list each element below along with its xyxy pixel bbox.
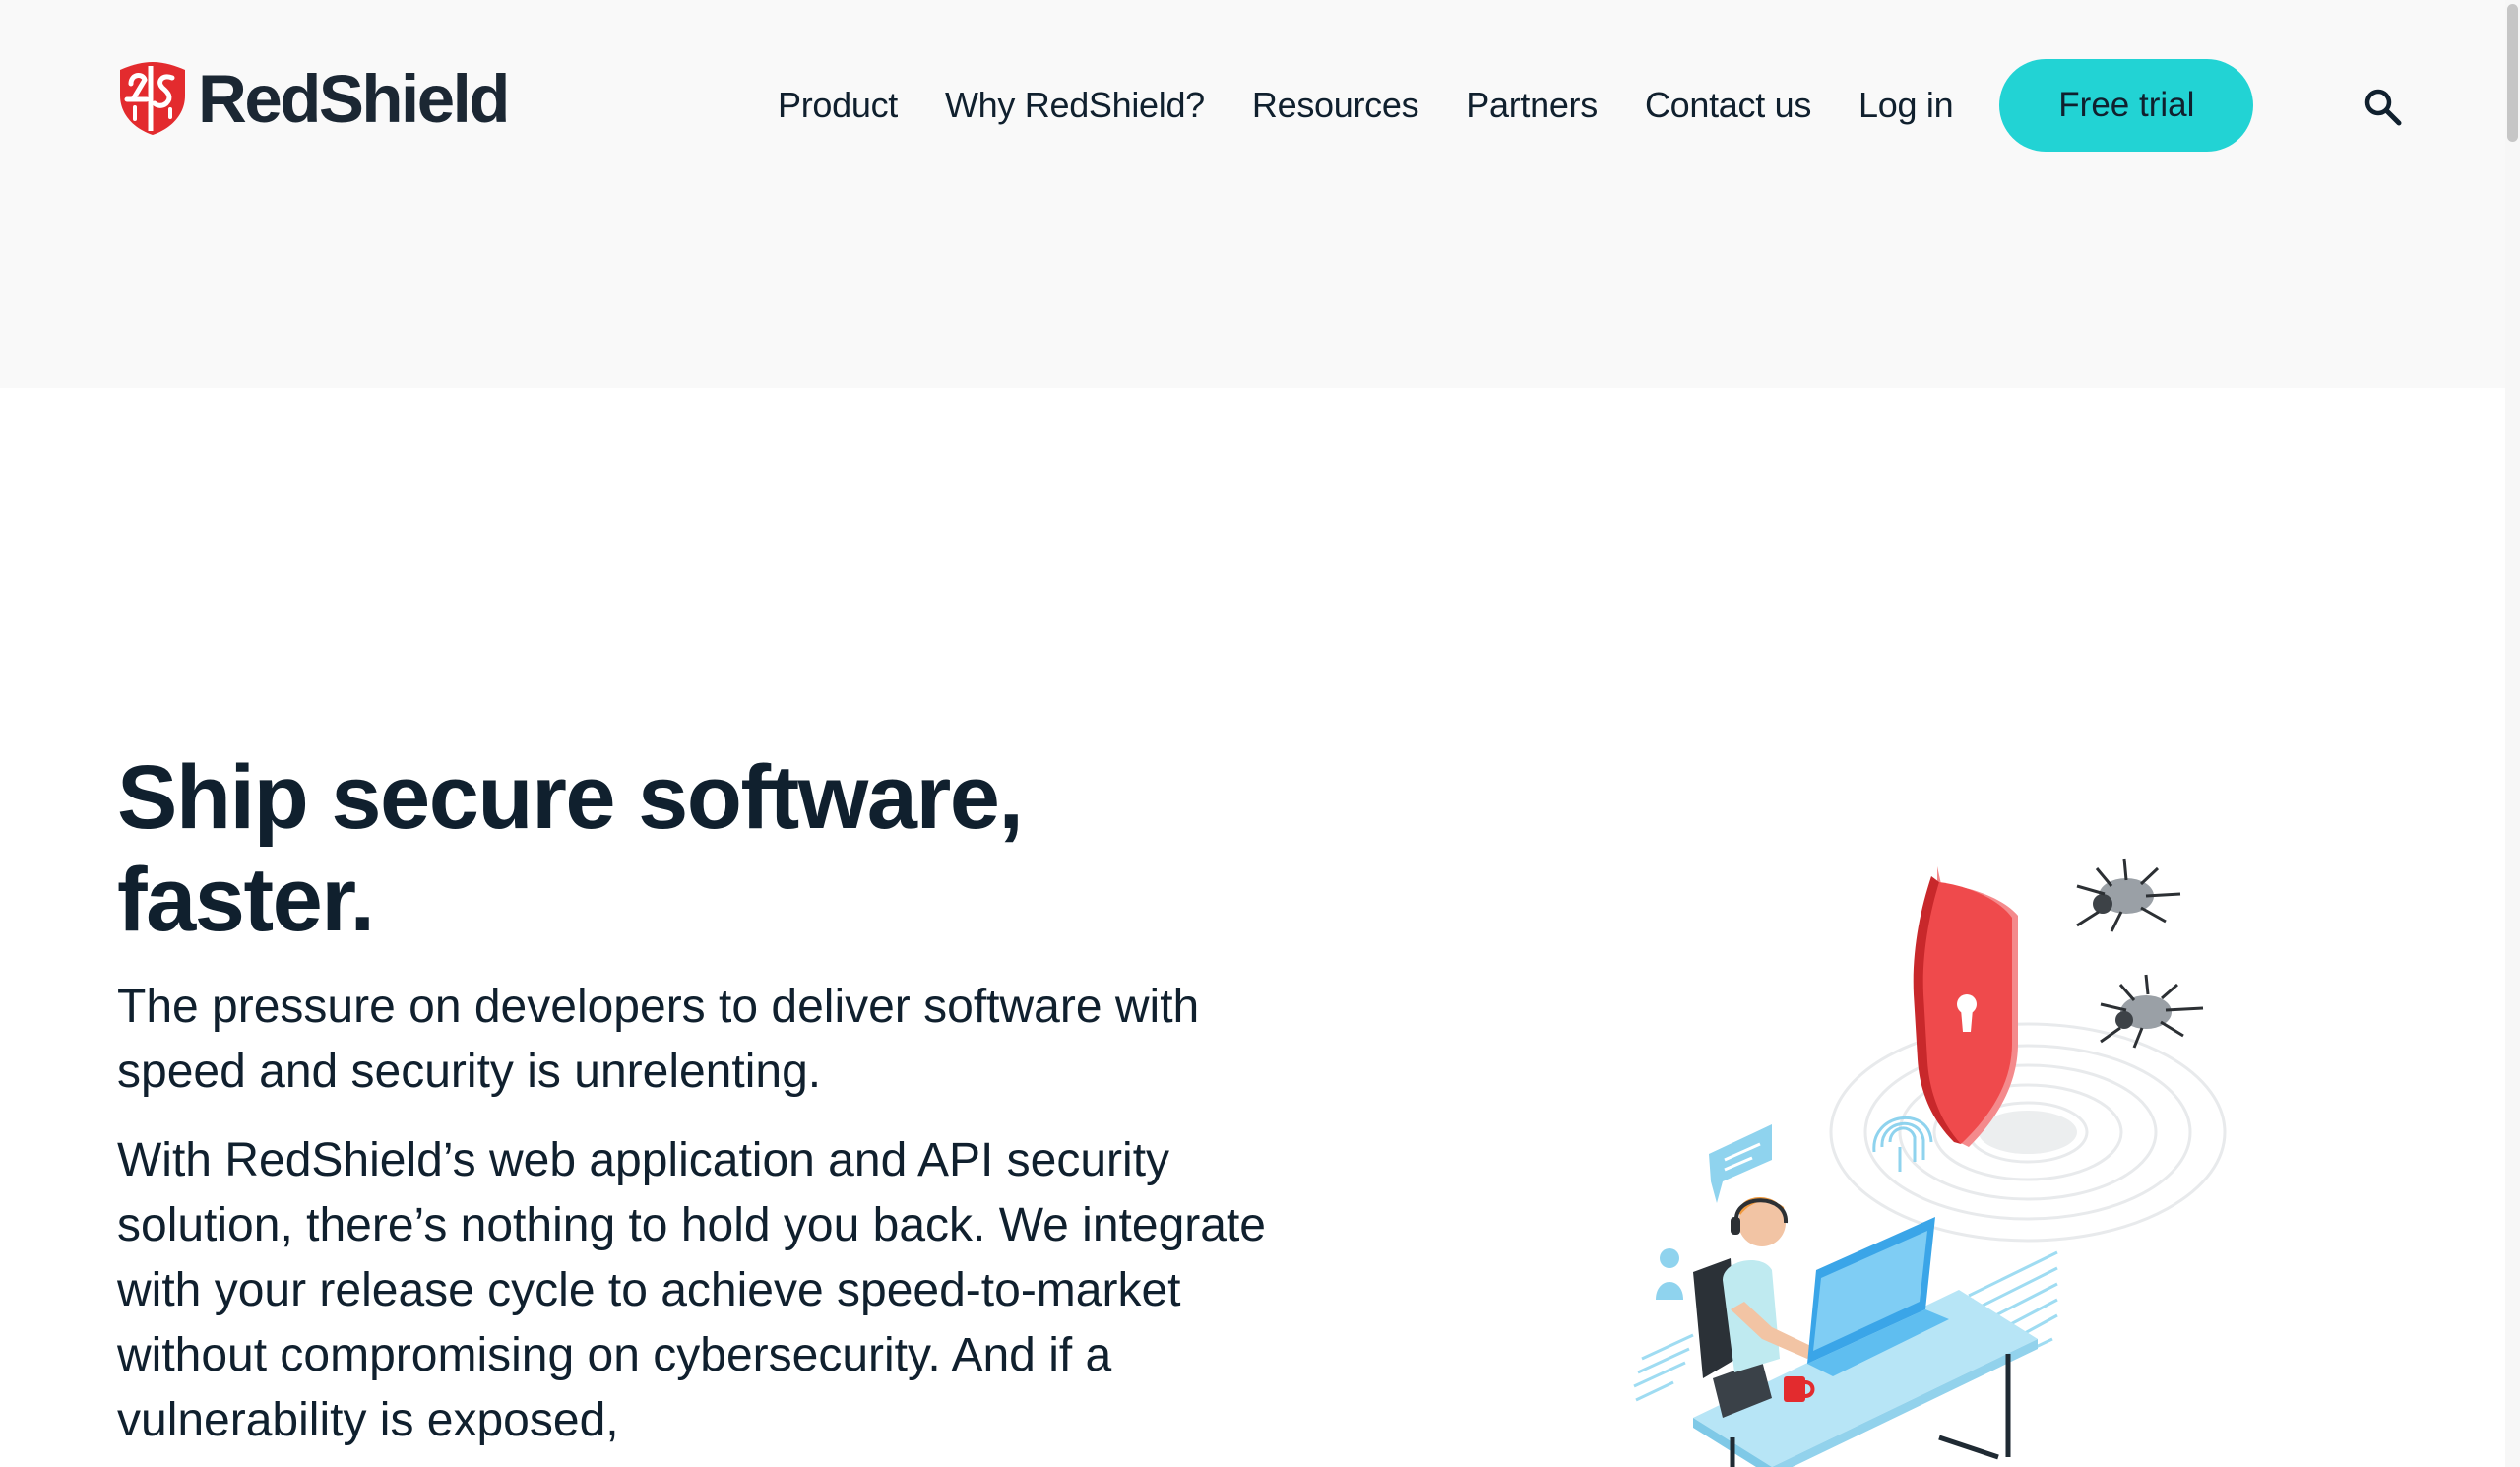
nav-why-redshield[interactable]: Why RedShield? <box>945 85 1205 126</box>
brand-name: RedShield <box>198 60 510 137</box>
developer-shield-bugs-illustration <box>1633 858 2227 1467</box>
user-icon <box>1656 1248 1683 1300</box>
main-nav: Product Why RedShield? Resources Partner… <box>778 59 2254 152</box>
site-header: RedShield Product Why RedShield? Resourc… <box>0 0 2505 388</box>
bug-icon-top <box>2076 858 2181 932</box>
nav-product[interactable]: Product <box>778 85 898 126</box>
chat-bubble-icon <box>1709 1124 1772 1203</box>
scrollbar-track[interactable] <box>2505 0 2520 1467</box>
redshield-logo[interactable]: RedShield <box>117 59 510 138</box>
data-lines-left <box>1633 1333 1694 1402</box>
developer-icon <box>1723 1196 1817 1372</box>
hero-body-paragraph: With RedShield’s web application and API… <box>117 1134 1266 1446</box>
nav-log-in[interactable]: Log in <box>1858 85 1954 126</box>
nav-contact-us[interactable]: Contact us <box>1645 85 1811 126</box>
nav-partners[interactable]: Partners <box>1466 85 1598 126</box>
search-icon[interactable] <box>2362 87 2404 128</box>
hero-intro-paragraph: The pressure on developers to deliver so… <box>117 981 1200 1098</box>
free-trial-button[interactable]: Free trial <box>1999 59 2254 152</box>
scrollbar-thumb[interactable] <box>2507 4 2518 142</box>
shield-logo-icon <box>120 62 185 135</box>
nav-resources[interactable]: Resources <box>1252 85 1419 126</box>
hero-title: Ship secure software, faster. <box>117 747 1024 950</box>
